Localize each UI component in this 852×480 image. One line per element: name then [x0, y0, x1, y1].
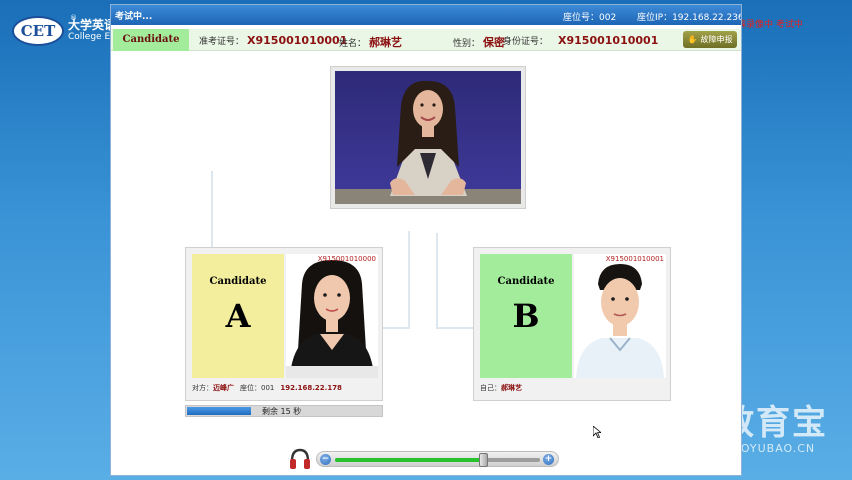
- self-name: 郝琳艺: [501, 384, 522, 392]
- name-field: 姓名： 郝琳艺: [339, 36, 403, 49]
- candidate-a-photo-id: X915001010000: [317, 255, 376, 263]
- partner-seat: 座位：001: [240, 384, 275, 392]
- seat-ip: 座位IP：192.168.22.236: [637, 13, 742, 23]
- connector-line: [408, 231, 410, 329]
- partner-name: 迈峰广: [213, 384, 234, 392]
- window-title: 考试中...: [115, 11, 153, 22]
- examiner-video: [330, 66, 526, 209]
- fault-report-button[interactable]: ✋ 故障申报: [683, 31, 737, 48]
- logo-title-en: College E: [68, 32, 111, 42]
- cet-logo: CET ® 大学英语 College E: [12, 14, 116, 46]
- candidate-a-photo: [286, 254, 378, 378]
- connector-line: [436, 233, 438, 329]
- countdown-text: 剩余 15 秒: [262, 407, 302, 416]
- exam-id-value: X915001010001: [247, 34, 348, 47]
- candidate-a-card: Candidate A X915001010000 对方：迈峰广 座位：001 …: [185, 247, 383, 401]
- volume-control: − +: [316, 451, 559, 467]
- volume-up-button[interactable]: +: [543, 454, 554, 465]
- seat-number: 座位号：002: [563, 13, 617, 23]
- exam-id-field: 准考证号： X915001010001: [199, 34, 348, 47]
- candidate-a-label: Candidate: [209, 276, 267, 287]
- candidate-b-letter: B: [512, 297, 540, 335]
- candidate-a-role-box: Candidate A: [192, 254, 284, 378]
- candidate-a-footer: 对方：迈峰广 座位：001 192.168.22.178: [192, 380, 378, 396]
- exam-stage: Candidate A X915001010000 对方：迈峰广 座位：001 …: [111, 51, 741, 475]
- volume-level-fill: [335, 458, 483, 462]
- volume-slider-thumb[interactable]: [479, 453, 488, 467]
- headphone-icon: [290, 448, 310, 469]
- connector-line: [211, 171, 213, 249]
- examiner-video-feed: [335, 71, 521, 204]
- candidate-a-footer-label: 对方：迈峰广: [192, 384, 234, 392]
- exam-window: 考试中... 座位号：002 座位IP：192.168.22.236 准考证号：…: [110, 4, 742, 476]
- candidate-b-card: Candidate B X915001010001 自己：郝琳艺: [473, 247, 671, 401]
- volume-down-button[interactable]: −: [320, 454, 331, 465]
- cet-logo-mark: CET: [12, 16, 64, 46]
- candidate-b-label: Candidate: [497, 276, 555, 287]
- candidate-b-role-box: Candidate B: [480, 254, 572, 378]
- gender-value: 保密: [483, 36, 506, 49]
- connector-line: [436, 327, 473, 329]
- partner-ip: 192.168.22.178: [280, 384, 342, 392]
- mouse-cursor-icon: [593, 426, 601, 438]
- candidate-b-footer-label: 自己：郝琳艺: [480, 384, 522, 392]
- countdown-bar: 剩余 15 秒: [185, 405, 383, 417]
- name-value: 郝琳艺: [369, 36, 403, 49]
- idcard-field: 身份证号： X915001010001: [503, 34, 659, 47]
- volume-track[interactable]: [335, 453, 540, 467]
- candidate-b-photo: [574, 254, 666, 378]
- idcard-value: X915001010001: [558, 34, 659, 47]
- fault-report-label: 故障申报: [700, 35, 733, 44]
- candidate-a-letter: A: [225, 297, 251, 335]
- candidate-b-photo-id: X915001010001: [605, 255, 664, 263]
- candidate-a-portrait: [286, 254, 378, 378]
- candidate-info-bar: 准考证号： X915001010001 姓名： 郝琳艺 性别： 保密 身份证号： X91…: [111, 29, 741, 51]
- registered-mark: ®: [70, 14, 77, 22]
- gender-field: 性别： 保密: [453, 36, 506, 49]
- connector-line: [383, 327, 410, 329]
- self-role-label: Candidate: [122, 34, 180, 45]
- countdown-fill: [187, 407, 251, 415]
- candidate-b-footer: 自己：郝琳艺: [480, 380, 666, 396]
- hand-icon: ✋: [687, 35, 698, 44]
- candidate-b-portrait: [574, 254, 666, 378]
